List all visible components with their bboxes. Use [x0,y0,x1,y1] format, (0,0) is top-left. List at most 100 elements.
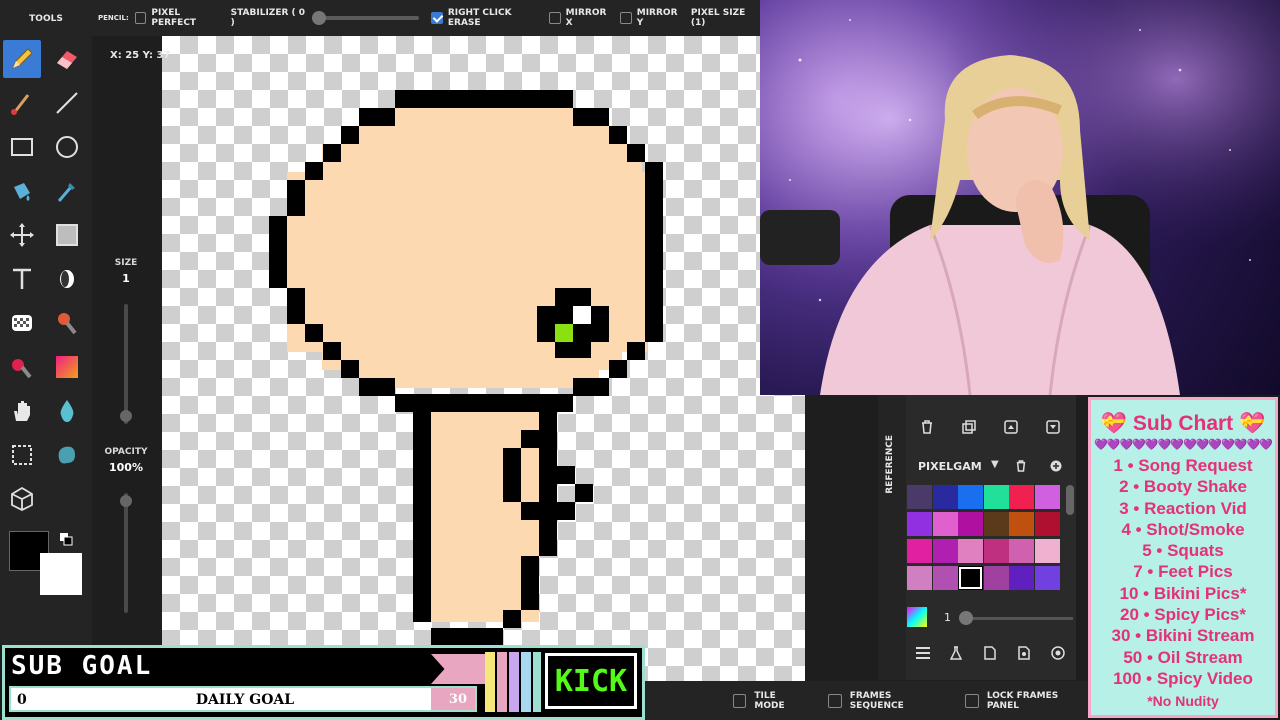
tools-title: TOOLS [29,14,63,24]
recolor-tool[interactable] [3,348,41,386]
square-fill-icon [56,224,78,246]
options-bar: PENCIL: PIXEL PERFECT STABILIZER ( 0 ) R… [92,0,760,36]
color-swatch[interactable] [983,539,1009,563]
size-slider-handle[interactable] [120,410,132,422]
eraser-icon [57,51,77,69]
pixel-art [269,90,663,646]
color-swatch[interactable] [1034,485,1060,509]
color-swatch[interactable] [1034,512,1060,536]
color-wheel-icon[interactable] [907,607,927,627]
color-swatch[interactable] [1034,566,1060,590]
color-swatch[interactable] [958,566,983,590]
arm-outline [539,484,557,502]
add-color-icon[interactable] [1046,456,1066,476]
line-icon [56,92,78,114]
hand-tool[interactable] [3,392,41,430]
delete-icon[interactable] [917,417,937,437]
file-icon[interactable] [980,643,1000,663]
dither-tool[interactable] [48,260,86,298]
arm-outline [557,502,575,520]
stripe-purple [509,652,519,712]
color-swatch[interactable] [907,485,932,509]
fill-tool[interactable] [3,172,41,210]
size-slider[interactable] [124,304,128,424]
color-swatch[interactable] [932,539,958,563]
color-swatch[interactable] [1009,539,1034,563]
3d-tool[interactable] [3,480,41,518]
sub-chart-item: 1 • Song Request [1113,456,1253,475]
reference-tab[interactable]: REFERENCE [885,435,895,494]
head-outline [395,394,573,412]
palette-slider[interactable] [961,617,1073,620]
color-swatch[interactable] [983,485,1009,509]
rectangle-tool[interactable] [3,128,41,166]
line-tool[interactable] [48,84,86,122]
reference-strip: REFERENCE [878,395,906,680]
blur-tool[interactable] [48,392,86,430]
secondary-color-swatch[interactable] [40,553,82,595]
right-click-erase-checkbox[interactable] [431,12,443,24]
flask-icon[interactable] [946,643,966,663]
head-fill [359,126,609,146]
color-swatch[interactable] [1034,539,1060,563]
color-swatch[interactable] [907,512,932,536]
tile-mode-checkbox[interactable] [733,693,747,708]
color-swatch[interactable] [1009,485,1034,509]
eye-highlight [573,306,591,324]
mirror-y-checkbox[interactable] [620,12,632,24]
export-icon[interactable] [1014,643,1034,663]
color-swatch[interactable] [932,485,958,509]
list-icon[interactable] [913,643,933,663]
delete-palette-icon[interactable] [1011,456,1031,476]
swap-colors-icon[interactable] [59,531,73,546]
frames-sequence-checkbox[interactable] [828,693,842,708]
settings-icon[interactable] [1048,643,1068,663]
palette-name[interactable]: PIXELGAM [918,460,982,473]
shape-tool[interactable] [48,216,86,254]
eraser-tool[interactable] [48,40,86,78]
drawing-canvas[interactable] [162,36,805,681]
color-swatch[interactable] [958,539,983,563]
opacity-slider-handle[interactable] [120,495,132,507]
color-swatch[interactable] [907,566,932,590]
palette-slider-handle[interactable] [959,611,973,625]
lock-frames-checkbox[interactable] [965,693,979,708]
opacity-slider[interactable] [124,493,128,613]
color-swatch[interactable] [958,485,983,509]
color-picker-tool[interactable] [48,172,86,210]
arm-outline [521,430,539,448]
pencil-icon [12,48,33,69]
move-down-icon[interactable] [1043,417,1063,437]
gradient-tool[interactable] [48,348,86,386]
color-swatch[interactable] [983,512,1009,536]
color-swatch[interactable] [1009,566,1034,590]
color-swatch[interactable] [907,539,932,563]
color-swatch[interactable] [932,566,958,590]
size-label: SIZE [114,258,138,268]
sub-goal-overlay: SUB GOAL 0 DAILY GOAL 30 KICK [2,645,645,720]
duplicate-icon[interactable] [959,417,979,437]
color-swatch[interactable] [983,566,1009,590]
pixel-perfect-checkbox[interactable] [134,12,147,24]
color-swatch[interactable] [932,512,958,536]
pencil-tool[interactable] [3,40,41,78]
body-outline [413,412,431,622]
chevron-down-icon[interactable]: ▼ [991,459,999,470]
stabilizer-slider[interactable] [311,11,420,25]
mirror-x-checkbox[interactable] [549,12,561,24]
select-tool[interactable] [3,436,41,474]
pattern-tool[interactable] [3,304,41,342]
lasso-tool[interactable] [48,436,86,474]
color-swatch[interactable] [1009,512,1034,536]
palette-scrollbar[interactable] [1066,485,1074,515]
move-up-icon[interactable] [1001,417,1021,437]
sub-chart-item: 4 • Shot/Smoke [1121,519,1245,539]
move-tool[interactable] [3,216,41,254]
color-swatch[interactable] [958,512,983,536]
ellipse-tool[interactable] [48,128,86,166]
stamp-tool[interactable] [48,304,86,342]
eyedropper-icon [57,183,75,202]
brush-tool[interactable] [3,84,41,122]
sub-chart-item: 50 • Oil Stream [1123,647,1243,667]
text-tool[interactable] [3,260,41,298]
